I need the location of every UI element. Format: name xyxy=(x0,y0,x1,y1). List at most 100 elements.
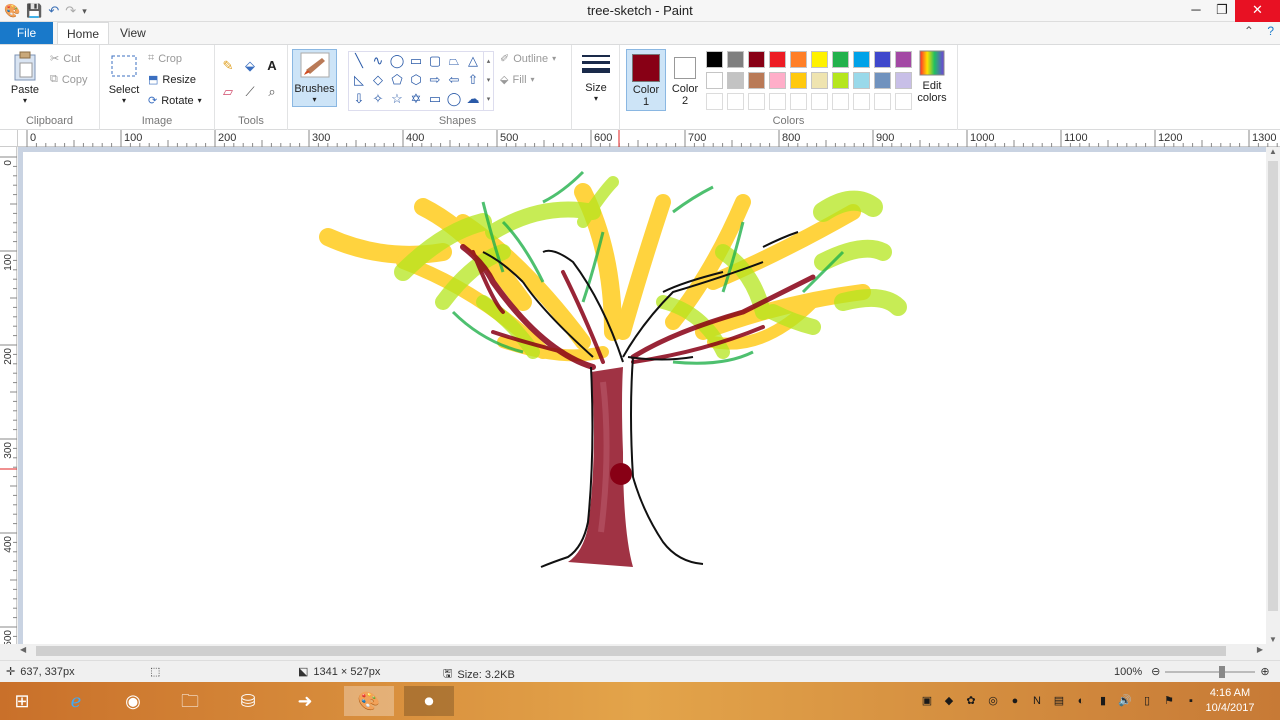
line-shape-icon[interactable]: ╲ xyxy=(351,53,367,69)
color-picker-icon[interactable]: ⟋ xyxy=(241,83,259,101)
horizontal-scrollbar[interactable]: ◀ ▶ xyxy=(18,644,1266,658)
vertical-scroll-thumb[interactable] xyxy=(1268,161,1278,611)
palette-swatch[interactable] xyxy=(706,51,723,68)
palette-swatch[interactable] xyxy=(811,51,828,68)
fill-button[interactable]: ⬙ Fill ▾ xyxy=(500,73,535,87)
custom-color-slot[interactable] xyxy=(811,93,828,110)
magnifier-icon[interactable]: ⌕ xyxy=(263,83,281,101)
battery-icon[interactable]: ▯ xyxy=(1140,694,1154,708)
callout-shape-icon[interactable]: ▭ xyxy=(427,91,443,107)
left-arrow-shape-icon[interactable]: ⇦ xyxy=(446,72,462,88)
minimize-button[interactable]: ─ xyxy=(1183,0,1209,22)
paint-taskbar-icon[interactable]: 🎨 xyxy=(344,686,394,716)
tab-view[interactable]: View xyxy=(111,22,155,44)
four-point-star-shape-icon[interactable]: ✧ xyxy=(370,91,386,107)
tray-app-icon-6[interactable]: ▤ xyxy=(1052,694,1066,708)
custom-color-slot[interactable] xyxy=(790,93,807,110)
help-icon[interactable]: ? xyxy=(1267,24,1274,38)
edit-colors-button[interactable]: Edit colors xyxy=(912,49,952,104)
palette-swatch[interactable] xyxy=(706,72,723,89)
drive-icon[interactable]: ⛁ xyxy=(230,686,266,716)
palette-swatch[interactable] xyxy=(874,72,891,89)
tray-app-icon-7[interactable]: ◐ xyxy=(1074,694,1088,708)
close-button[interactable]: ✕ xyxy=(1235,0,1280,22)
custom-color-slot[interactable] xyxy=(874,93,891,110)
rectangle-shape-icon[interactable]: ▭ xyxy=(408,53,424,69)
windows-start-icon[interactable]: ⊞ xyxy=(4,686,40,716)
zoom-slider-thumb[interactable] xyxy=(1219,665,1226,678)
tray-app-icon-8[interactable]: ▪ xyxy=(1184,694,1198,708)
flag-icon[interactable]: ⚑ xyxy=(1162,694,1176,708)
custom-color-slot[interactable] xyxy=(748,93,765,110)
custom-color-slot[interactable] xyxy=(895,93,912,110)
six-point-star-shape-icon[interactable]: ✡ xyxy=(408,91,424,107)
resize-button[interactable]: ⬒ Resize xyxy=(148,73,196,87)
tab-file[interactable]: File xyxy=(0,22,53,44)
scroll-left-icon[interactable]: ◀ xyxy=(20,645,26,654)
crop-button[interactable]: ⌗ Crop xyxy=(148,52,182,65)
tray-app-icon-3[interactable]: ✿ xyxy=(964,694,978,708)
custom-color-slot[interactable] xyxy=(706,93,723,110)
palette-swatch[interactable] xyxy=(832,51,849,68)
clock[interactable]: 4:16 AM 10/4/2017 xyxy=(1200,686,1260,716)
palette-swatch[interactable] xyxy=(832,72,849,89)
palette-swatch[interactable] xyxy=(853,51,870,68)
tab-home[interactable]: Home xyxy=(57,22,110,44)
network-icon[interactable]: ▮ xyxy=(1096,694,1110,708)
palette-swatch[interactable] xyxy=(769,51,786,68)
text-icon[interactable]: A xyxy=(263,57,281,75)
cloud-callout-shape-icon[interactable]: ☁ xyxy=(465,91,481,107)
scroll-down-icon[interactable]: ▼ xyxy=(1266,635,1280,644)
color2-button[interactable]: Color 2 xyxy=(668,49,702,111)
palette-swatch[interactable] xyxy=(895,72,912,89)
zoom-slider[interactable] xyxy=(1165,665,1256,678)
right-triangle-shape-icon[interactable]: ◺ xyxy=(351,72,367,88)
right-arrow-shape-icon[interactable]: ⇨ xyxy=(427,72,443,88)
tray-app-icon-4[interactable]: ◎ xyxy=(986,694,1000,708)
tray-app-icon-5[interactable]: ● xyxy=(1008,694,1022,708)
custom-color-slot[interactable] xyxy=(853,93,870,110)
volume-icon[interactable]: 🔊 xyxy=(1118,694,1132,708)
outline-button[interactable]: ✐ Outline ▾ xyxy=(500,52,556,66)
pentagon-shape-icon[interactable]: ⬠ xyxy=(389,72,405,88)
scroll-up-icon[interactable]: ▲ xyxy=(1266,147,1280,156)
zoom-in-icon[interactable]: ⊕ xyxy=(1260,665,1269,678)
hexagon-shape-icon[interactable]: ⬡ xyxy=(408,72,424,88)
size-button[interactable]: Size ▾ xyxy=(578,53,614,103)
palette-swatch[interactable] xyxy=(853,72,870,89)
up-arrow-shape-icon[interactable]: ⇧ xyxy=(465,72,481,88)
recorder-taskbar-icon[interactable]: ⏺ xyxy=(404,686,454,716)
eraser-icon[interactable]: ▱ xyxy=(219,83,237,101)
tray-app-icon-2[interactable]: ◆ xyxy=(942,694,956,708)
file-explorer-icon[interactable]: 🗀 xyxy=(172,686,208,716)
tray-app-icon-1[interactable]: ▣ xyxy=(920,694,934,708)
paste-button[interactable]: Paste ▾ xyxy=(6,51,44,105)
curve-shape-icon[interactable]: ∿ xyxy=(370,53,386,69)
custom-color-slot[interactable] xyxy=(769,93,786,110)
restore-button[interactable]: ❐ xyxy=(1209,0,1235,22)
brushes-button[interactable]: Brushes ▾ xyxy=(292,49,337,107)
chrome-icon[interactable]: ◉ xyxy=(115,686,151,716)
oval-shape-icon[interactable]: ◯ xyxy=(389,53,405,69)
onenote-icon[interactable]: N xyxy=(1030,694,1044,708)
custom-color-slot[interactable] xyxy=(727,93,744,110)
zoom-out-icon[interactable]: ⊖ xyxy=(1151,665,1160,678)
arrow-app-icon[interactable]: ➜ xyxy=(287,686,323,716)
triangle-shape-icon[interactable]: △ xyxy=(465,53,481,69)
horizontal-scroll-thumb[interactable] xyxy=(36,646,1226,656)
oval-callout-shape-icon[interactable]: ◯ xyxy=(446,91,462,107)
palette-swatch[interactable] xyxy=(895,51,912,68)
down-arrow-shape-icon[interactable]: ⇩ xyxy=(351,91,367,107)
scroll-right-icon[interactable]: ▶ xyxy=(1257,645,1263,654)
palette-swatch[interactable] xyxy=(790,51,807,68)
palette-swatch[interactable] xyxy=(748,72,765,89)
internet-explorer-icon[interactable]: ℯ xyxy=(58,686,94,716)
fill-bucket-icon[interactable]: ⬙ xyxy=(241,57,259,75)
palette-swatch[interactable] xyxy=(811,72,828,89)
custom-color-slot[interactable] xyxy=(832,93,849,110)
shapes-scroll[interactable]: ▴ ▾ ▾ xyxy=(483,52,493,110)
vertical-scrollbar[interactable]: ▲ ▼ xyxy=(1266,147,1280,644)
color1-button[interactable]: Color 1 xyxy=(626,49,666,111)
rotate-button[interactable]: ⟳ Rotate ▾ xyxy=(148,94,202,108)
pencil-icon[interactable]: ✎ xyxy=(219,57,237,75)
